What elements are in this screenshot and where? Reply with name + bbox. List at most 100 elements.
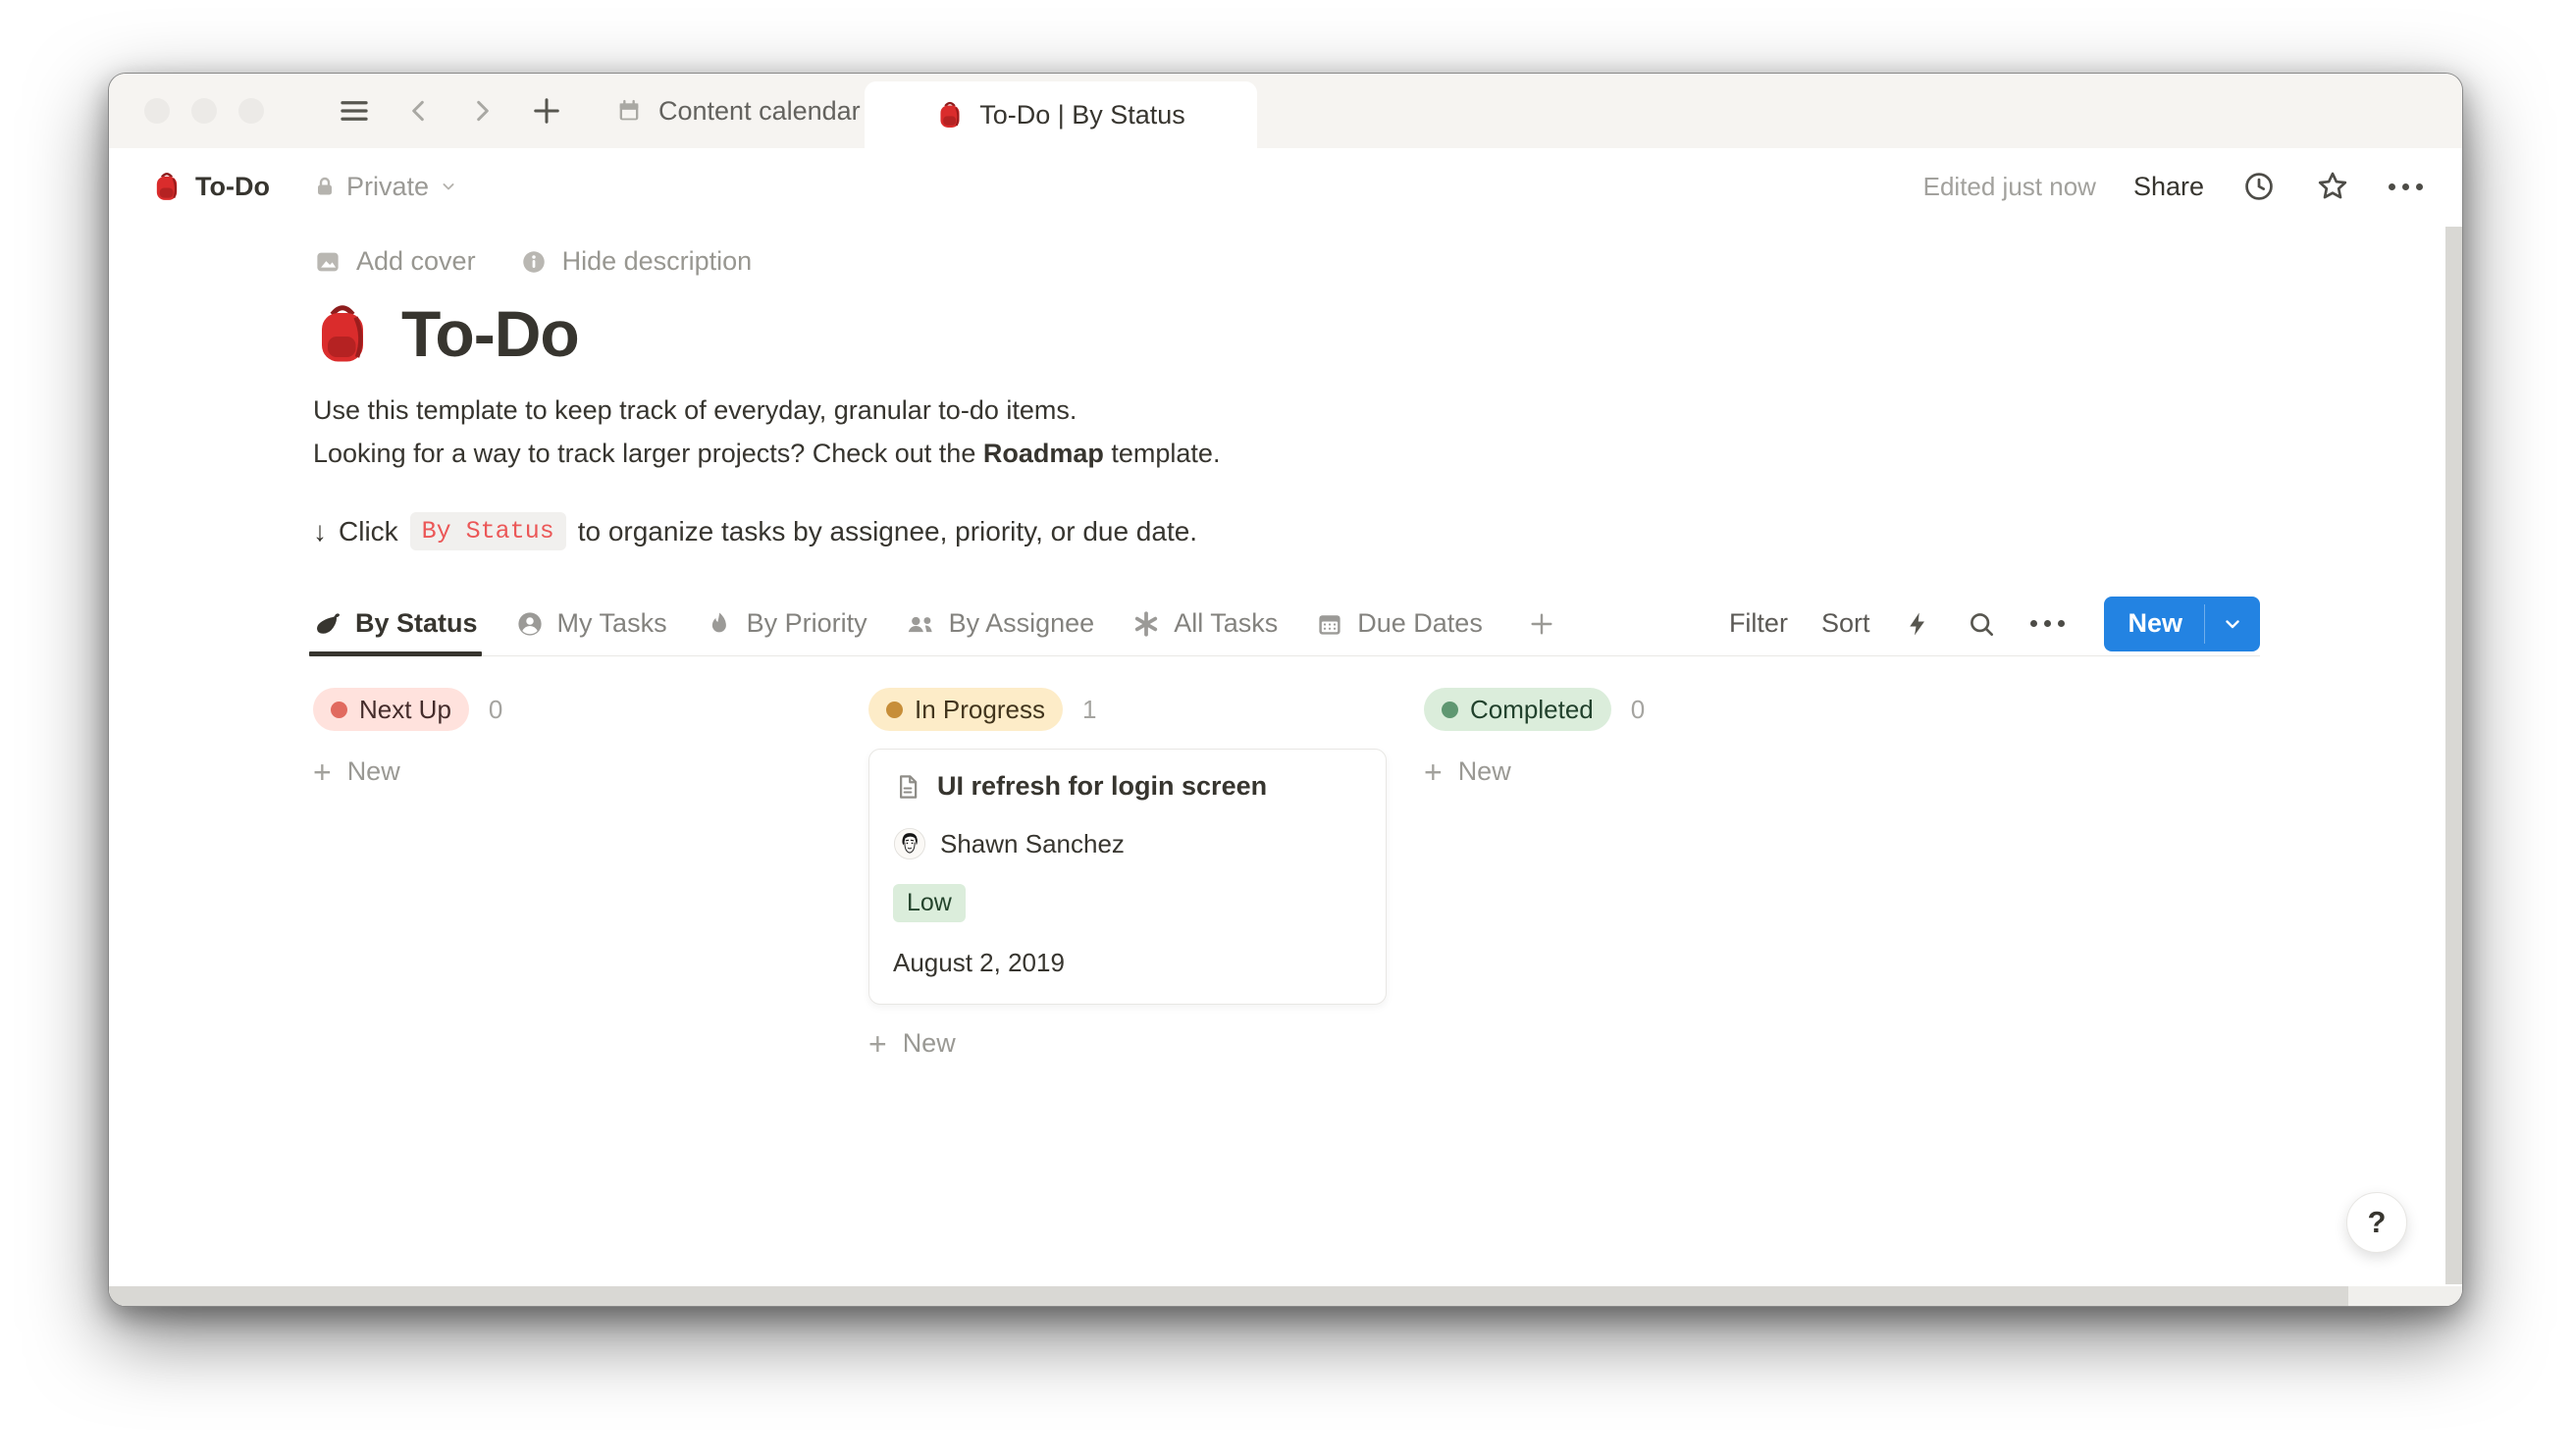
callout-text: to organize tasks by assignee, priority,… <box>578 516 1197 547</box>
status-dot <box>886 702 903 718</box>
sort-button[interactable]: Sort <box>1821 608 1870 639</box>
share-button[interactable]: Share <box>2133 172 2204 202</box>
column-count: 1 <box>1082 695 1096 725</box>
more-options-icon[interactable] <box>2389 183 2423 190</box>
column-header[interactable]: In Progress 1 <box>868 688 1387 731</box>
by-status-code-chip[interactable]: By Status <box>410 512 566 550</box>
favorite-star-icon[interactable] <box>2314 168 2351 205</box>
status-badge: Completed <box>1424 688 1611 731</box>
person-circle-icon <box>515 609 545 639</box>
zoom-window-button[interactable] <box>238 98 264 124</box>
down-arrow-glyph: ↓ <box>313 516 327 547</box>
status-label: Next Up <box>359 695 451 725</box>
add-view-icon[interactable] <box>1526 608 1557 640</box>
flame-icon <box>705 609 734 639</box>
column-count: 0 <box>1631 695 1645 725</box>
page-title[interactable]: To-Do <box>401 296 579 371</box>
sidebar-menu-icon[interactable] <box>337 93 372 129</box>
card-assignee-row[interactable]: Shawn Sanchez <box>893 827 1362 860</box>
search-icon[interactable] <box>1966 608 1997 640</box>
new-button[interactable]: New <box>2104 597 2260 651</box>
status-badge: Next Up <box>313 688 469 731</box>
forward-icon[interactable] <box>466 95 498 127</box>
board-column-next-up: Next Up 0 + New <box>313 688 831 1059</box>
view-tab-all-tasks[interactable]: All Tasks <box>1131 592 1278 655</box>
view-tab-by-priority[interactable]: By Priority <box>705 592 867 655</box>
backpack-icon <box>936 100 964 130</box>
horizontal-scrollbar-thumb[interactable] <box>109 1286 2348 1306</box>
add-card-label: New <box>903 1028 956 1059</box>
help-button[interactable]: ? <box>2346 1192 2407 1253</box>
assignee-name: Shawn Sanchez <box>940 829 1125 859</box>
page-description[interactable]: Use this template to keep track of every… <box>313 389 2462 475</box>
privacy-label: Private <box>346 172 429 202</box>
status-badge: In Progress <box>868 688 1063 731</box>
backpack-icon[interactable] <box>313 301 372 366</box>
status-dot <box>1442 702 1458 718</box>
chevron-down-icon[interactable] <box>2205 597 2260 651</box>
view-tab-label: All Tasks <box>1174 608 1278 639</box>
tab-todo-by-status[interactable]: To-Do | By Status <box>865 81 1257 148</box>
card-title: UI refresh for login screen <box>937 771 1267 802</box>
filter-button[interactable]: Filter <box>1729 608 1788 639</box>
window-tab-bar: Content calendar To-Do | By Status <box>109 74 2462 148</box>
view-tab-label: By Priority <box>747 608 867 639</box>
tab-content-calendar[interactable]: Content calendar <box>615 96 861 127</box>
add-card-button[interactable]: + New <box>313 756 831 787</box>
privacy-control[interactable]: Private <box>313 172 458 202</box>
edited-status: Edited just now <box>1923 172 2096 202</box>
status-dot <box>331 702 347 718</box>
title-row: To-Do <box>313 296 2462 371</box>
horizontal-scrollbar-track[interactable] <box>109 1286 2462 1306</box>
page-header: To-Do Private Edited just now Share <box>109 148 2462 225</box>
column-header[interactable]: Completed 0 <box>1424 688 1942 731</box>
back-icon[interactable] <box>403 95 435 127</box>
history-clock-icon[interactable] <box>2241 169 2277 204</box>
kanban-board: Next Up 0 + New In Progress <box>313 688 2462 1059</box>
traffic-lights <box>144 98 264 124</box>
minimize-window-button[interactable] <box>191 98 217 124</box>
task-card[interactable]: UI refresh for login screen Shawn Sanche… <box>868 749 1387 1005</box>
close-window-button[interactable] <box>144 98 170 124</box>
card-title-row[interactable]: UI refresh for login screen <box>893 771 1362 802</box>
page-document-icon <box>893 772 922 802</box>
view-options-icon[interactable] <box>2030 620 2065 627</box>
priority-tag[interactable]: Low <box>893 884 966 922</box>
add-cover-button[interactable]: Add cover <box>313 246 476 277</box>
view-tab-due-dates[interactable]: Due Dates <box>1315 592 1483 655</box>
info-icon <box>519 247 549 277</box>
description-line-1: Use this template to keep track of every… <box>313 389 2462 432</box>
column-count: 0 <box>489 695 502 725</box>
add-card-button[interactable]: + New <box>1424 756 1942 787</box>
plus-icon: + <box>868 1031 887 1057</box>
notion-window: Content calendar To-Do | By Status <box>108 73 2463 1307</box>
view-tab-by-assignee[interactable]: By Assignee <box>905 592 1095 655</box>
breadcrumb[interactable]: To-Do Private <box>152 171 458 202</box>
view-tabs: By Status My Tasks By Priority <box>313 592 1557 655</box>
automation-lightning-icon[interactable] <box>1903 609 1932 639</box>
plus-icon: + <box>1424 759 1443 785</box>
due-date[interactable]: August 2, 2019 <box>893 948 1362 978</box>
view-tab-by-status[interactable]: By Status <box>313 592 478 655</box>
hide-description-button[interactable]: Hide description <box>519 246 753 277</box>
callout-line: ↓ Click By Status to organize tasks by a… <box>313 512 2462 550</box>
add-card-button[interactable]: + New <box>868 1028 1387 1059</box>
view-toolbar: By Status My Tasks By Priority <box>313 592 2260 656</box>
calendar-icon <box>1315 609 1344 639</box>
tab-label: To-Do | By Status <box>979 100 1185 130</box>
description-line-2: Looking for a way to track larger projec… <box>313 432 2462 475</box>
new-button-label[interactable]: New <box>2104 597 2204 651</box>
board-view-icon <box>313 609 342 639</box>
new-tab-icon[interactable] <box>529 93 564 129</box>
column-header[interactable]: Next Up 0 <box>313 688 831 731</box>
tab-label: Content calendar <box>658 96 861 127</box>
add-cover-label: Add cover <box>356 246 476 277</box>
breadcrumb-title: To-Do <box>195 172 270 202</box>
hide-description-label: Hide description <box>562 246 753 277</box>
status-label: Completed <box>1470 695 1594 725</box>
vertical-scrollbar[interactable] <box>2445 227 2462 1284</box>
board-column-completed: Completed 0 + New <box>1424 688 1942 1059</box>
chevron-down-icon <box>439 177 458 196</box>
header-actions: Edited just now Share <box>1923 168 2423 205</box>
view-tab-my-tasks[interactable]: My Tasks <box>515 592 667 655</box>
